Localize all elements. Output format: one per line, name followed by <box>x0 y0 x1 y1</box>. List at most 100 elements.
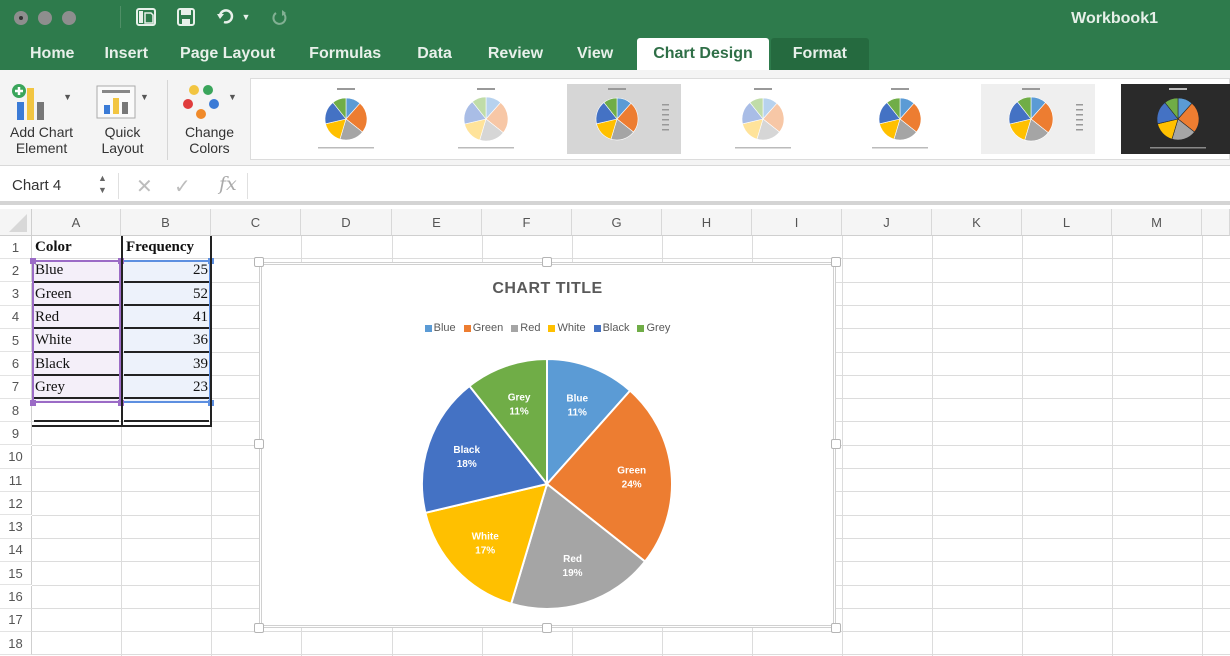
row-header-6[interactable]: 6 <box>0 352 32 376</box>
add-chart-element-button[interactable]: ▼ Add Chart Element <box>10 80 73 156</box>
resize-handle-left[interactable] <box>254 439 264 449</box>
cell-frequency[interactable]: 52 <box>123 283 211 306</box>
cell-frequency[interactable]: 39 <box>123 353 211 376</box>
row-header-9[interactable]: 9 <box>0 422 32 446</box>
row-header-10[interactable]: 10 <box>0 445 32 469</box>
change-colors-button[interactable]: ▼ Change Colors <box>182 80 237 156</box>
data-label-percent[interactable]: 17% <box>475 545 495 556</box>
row-header-17[interactable]: 17 <box>0 608 32 632</box>
column-header-k[interactable]: K <box>932 209 1022 236</box>
tab-page-layout[interactable]: Page Layout <box>164 38 291 70</box>
row-header-14[interactable]: 14 <box>0 538 32 562</box>
cell-frequency[interactable]: 25 <box>123 259 211 282</box>
chart-style-7[interactable] <box>1121 84 1230 154</box>
column-header-e[interactable]: E <box>392 209 482 236</box>
legend-item-blue[interactable]: Blue <box>424 322 456 334</box>
row-header-5[interactable]: 5 <box>0 329 32 353</box>
tab-formulas[interactable]: Formulas <box>291 38 399 70</box>
sidebar-toggle-icon[interactable] <box>135 6 157 28</box>
select-all-button[interactable] <box>0 209 32 236</box>
row-header-16[interactable]: 16 <box>0 585 32 609</box>
formula-input[interactable] <box>252 171 1226 199</box>
row-header-13[interactable]: 13 <box>0 515 32 539</box>
column-header-m[interactable]: M <box>1112 209 1202 236</box>
insert-function-icon[interactable]: fx <box>219 173 237 195</box>
enter-icon[interactable]: ✓ <box>174 174 191 199</box>
row-header-1[interactable]: 1 <box>0 236 32 259</box>
tab-home[interactable]: Home <box>16 38 88 70</box>
row-header-7[interactable]: 7 <box>0 375 32 399</box>
legend-item-green[interactable]: Green <box>463 322 503 334</box>
tab-review[interactable]: Review <box>470 38 561 70</box>
column-header-i[interactable]: I <box>752 209 842 236</box>
data-label-category[interactable]: Grey <box>508 393 531 404</box>
cell-a1-header[interactable]: Color <box>32 236 121 259</box>
undo-icon[interactable]: ▼ <box>215 6 251 28</box>
data-label-percent[interactable]: 18% <box>457 459 477 470</box>
row-header-15[interactable]: 15 <box>0 562 32 586</box>
row-header-18[interactable]: 18 <box>0 632 32 656</box>
cell-color[interactable]: Grey <box>32 376 121 399</box>
column-header-d[interactable]: D <box>301 209 392 236</box>
column-header-a[interactable]: A <box>32 209 121 236</box>
cell-color[interactable]: White <box>32 329 121 352</box>
column-header-c[interactable]: C <box>211 209 301 236</box>
chart-legend[interactable]: Blue Green Red White Black Grey <box>260 322 835 334</box>
row-header-3[interactable]: 3 <box>0 282 32 306</box>
name-box-stepper[interactable]: ▲ ▼ <box>98 172 107 196</box>
tab-data[interactable]: Data <box>399 38 470 70</box>
data-label-category[interactable]: White <box>472 531 500 542</box>
resize-handle-top-left[interactable] <box>254 257 264 267</box>
chart-style-1[interactable] <box>289 84 403 154</box>
resize-handle-top-right[interactable] <box>831 257 841 267</box>
tab-view[interactable]: View <box>561 38 629 70</box>
resize-handle-bottom-right[interactable] <box>831 623 841 633</box>
row-header-12[interactable]: 12 <box>0 492 32 516</box>
chart-style-5[interactable] <box>843 84 957 154</box>
cell-color[interactable]: Red <box>32 306 121 329</box>
data-label-percent[interactable]: 11% <box>567 408 587 419</box>
data-label-category[interactable]: Green <box>617 466 646 477</box>
legend-item-red[interactable]: Red <box>511 322 540 334</box>
range-resize-handle[interactable] <box>30 400 36 406</box>
chart-style-4[interactable] <box>706 84 820 154</box>
legend-item-black[interactable]: Black <box>593 322 629 334</box>
cell-color[interactable]: Blue <box>32 259 121 282</box>
resize-handle-top[interactable] <box>542 257 552 267</box>
chart-title[interactable]: CHART TITLE <box>260 280 835 298</box>
column-header-partial[interactable] <box>1202 209 1230 236</box>
data-label-percent[interactable]: 24% <box>622 480 642 491</box>
redo-icon[interactable] <box>269 6 291 28</box>
row-header-4[interactable]: 4 <box>0 305 32 329</box>
row-header-11[interactable]: 11 <box>0 469 32 492</box>
chart-style-2[interactable] <box>429 84 543 154</box>
save-icon[interactable] <box>175 6 197 28</box>
tab-format[interactable]: Format <box>770 38 869 70</box>
data-label-category[interactable]: Blue <box>566 394 588 405</box>
legend-item-white[interactable]: White <box>548 322 586 334</box>
column-header-f[interactable]: F <box>482 209 572 236</box>
chart-style-6[interactable] <box>981 84 1095 154</box>
pie-chart[interactable]: CHART TITLE Blue Green Red White Black Grey B… <box>259 262 836 628</box>
tab-insert[interactable]: Insert <box>88 38 164 70</box>
cell-color[interactable]: Green <box>32 283 121 306</box>
pie-plot-area[interactable]: Blue 11% Green 24% Red 19% White 17% Black 18% Gre… <box>408 351 688 621</box>
column-header-l[interactable]: L <box>1022 209 1112 236</box>
cell-b1-header[interactable]: Frequency <box>123 236 211 259</box>
column-header-b[interactable]: B <box>121 209 211 236</box>
zoom-window-button[interactable] <box>62 11 76 25</box>
cell-frequency[interactable]: 23 <box>123 376 211 399</box>
row-header-8[interactable]: 8 <box>0 399 32 423</box>
minimize-window-button[interactable] <box>38 11 52 25</box>
chart-style-3[interactable] <box>567 84 681 154</box>
column-header-h[interactable]: H <box>662 209 752 236</box>
resize-handle-bottom-left[interactable] <box>254 623 264 633</box>
column-header-j[interactable]: J <box>842 209 932 236</box>
cell-color[interactable]: Black <box>32 353 121 376</box>
legend-item-grey[interactable]: Grey <box>637 322 670 334</box>
cell-frequency[interactable]: 41 <box>123 306 211 329</box>
name-box[interactable]: Chart 4 <box>12 177 61 194</box>
undo-dropdown-caret-icon[interactable]: ▼ <box>242 12 251 22</box>
resize-handle-bottom[interactable] <box>542 623 552 633</box>
cell-frequency[interactable]: 36 <box>123 329 211 352</box>
